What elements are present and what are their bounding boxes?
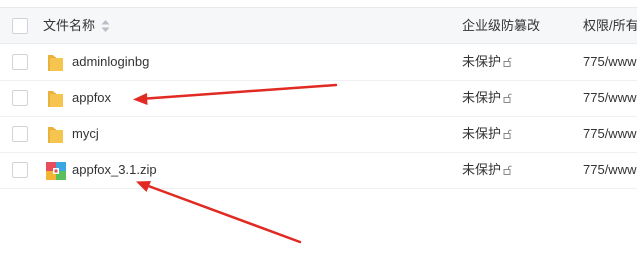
unlock-icon[interactable] [502,129,512,139]
unlock-icon[interactable] [502,165,512,175]
row-checkbox[interactable] [12,126,28,142]
protect-status-text: 未保护 [462,162,502,177]
column-header-name[interactable]: 文件名称 [43,18,95,34]
table-row[interactable]: appfox_3.1.zip 未保护 775/www [0,153,637,189]
protect-status-text: 未保护 [462,54,502,69]
protect-status-text: 未保护 [462,90,502,105]
table-row[interactable]: mycj 未保护 775/www [0,117,637,153]
protect-status: 未保护 [462,54,512,70]
protect-status: 未保护 [462,90,512,106]
row-checkbox[interactable] [12,162,28,178]
row-checkbox[interactable] [12,54,28,70]
protect-status: 未保护 [462,126,512,142]
file-name[interactable]: mycj [72,126,99,142]
zip-archive-icon [46,162,66,180]
unlock-icon[interactable] [502,57,512,67]
annotation-arrow [136,181,302,244]
table-row[interactable]: appfox 未保护 775/www [0,81,637,117]
permission: 775/www [583,90,637,105]
permission: 775/www [583,126,637,141]
table-header: 文件名称 企业级防篡改 权限/所有 [0,7,637,44]
select-all-checkbox[interactable] [12,18,28,34]
column-header-protect: 企业级防篡改 [462,18,541,33]
sort-icon[interactable] [101,19,110,33]
protect-status-text: 未保护 [462,126,502,141]
file-name[interactable]: appfox_3.1.zip [72,162,157,178]
row-checkbox[interactable] [12,90,28,106]
folder-icon [48,55,63,71]
column-header-permission: 权限/所有 [583,18,637,33]
folder-icon [48,91,63,107]
file-manager-table: 文件名称 企业级防篡改 权限/所有 adminloginbg 未保护 775/w… [0,0,637,275]
file-name[interactable]: appfox [72,90,111,106]
unlock-icon[interactable] [502,93,512,103]
protect-status: 未保护 [462,162,512,178]
folder-icon [48,127,63,143]
file-name[interactable]: adminloginbg [72,54,149,70]
table-row[interactable]: adminloginbg 未保护 775/www [0,45,637,81]
permission: 775/www [583,54,637,69]
permission: 775/www [583,162,637,177]
